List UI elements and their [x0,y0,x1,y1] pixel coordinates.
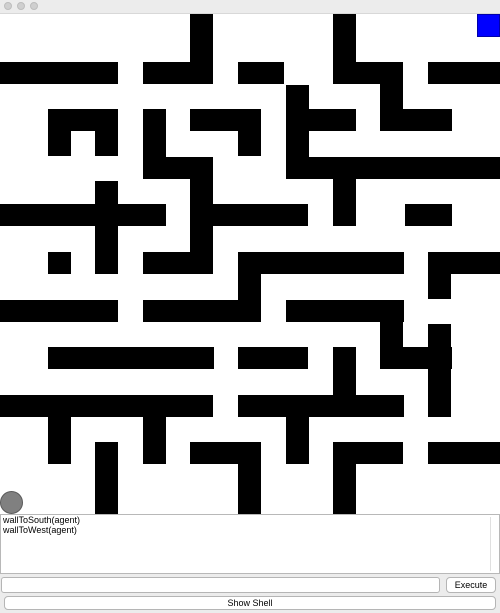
command-input[interactable] [1,577,440,593]
maze-wall [380,62,403,131]
maze-wall [48,252,71,274]
maze-wall [333,442,356,514]
maze-wall [190,157,213,274]
maze-wall [333,14,356,84]
maze-wall [428,324,451,417]
execute-button[interactable]: Execute [446,577,496,593]
maze-wall [0,204,166,226]
maze-wall [333,347,356,417]
maze-wall [48,347,214,369]
maze-wall [238,347,308,369]
maze-wall [238,252,261,322]
maze-wall [428,442,500,464]
maze-wall [0,395,213,417]
maze-wall [286,395,309,464]
maze-wall [380,300,403,369]
maze-wall [238,442,261,514]
window-titlebar [0,0,500,14]
minimize-window-icon[interactable] [17,2,25,10]
maze-wall [428,252,451,299]
zoom-window-icon[interactable] [30,2,38,10]
maze-wall [0,300,118,322]
maze-wall [48,109,71,156]
maze-wall [238,62,284,84]
maze-wall [48,395,71,464]
console-line: wallToWest(agent) [3,525,77,535]
close-window-icon[interactable] [4,2,12,10]
maze-wall [405,204,452,226]
maze-board [0,14,500,514]
console-line: wallToSouth(agent) [3,515,81,525]
maze-wall [238,252,404,274]
agent-marker [0,491,23,514]
maze-wall [286,85,309,179]
maze-wall [190,14,213,84]
goal-square [477,14,500,37]
maze-wall [238,395,404,417]
maze-wall [0,62,118,84]
maze-wall [143,109,166,179]
maze-wall [428,62,500,84]
output-console[interactable]: wallToSouth(agent) wallToWest(agent) [0,514,500,574]
console-scrollbar[interactable] [490,517,491,571]
maze-wall [95,181,118,274]
maze-wall [143,395,166,464]
show-shell-button[interactable]: Show Shell [4,596,496,610]
maze-wall [286,157,500,179]
maze-wall [238,109,261,156]
maze-wall [95,109,118,156]
maze-wall [333,157,356,226]
maze-wall [95,442,118,514]
